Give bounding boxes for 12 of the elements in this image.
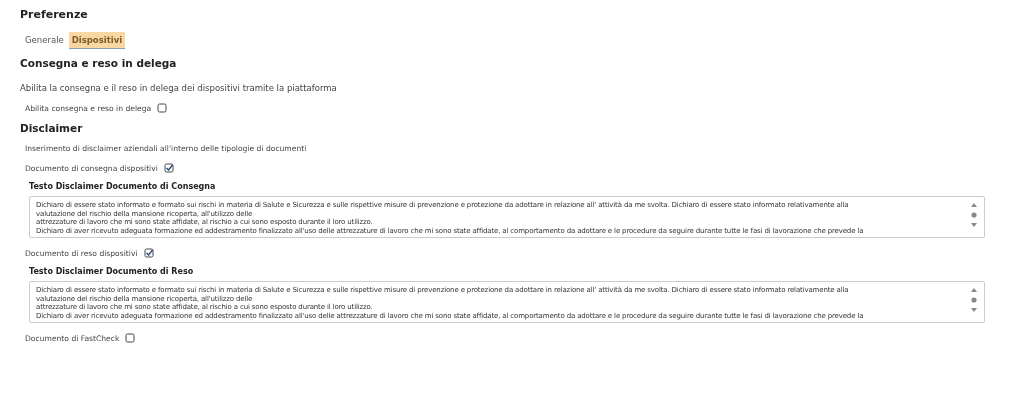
- section-description: Abilita la consegna e il reso in delega dei dispositivi tramite la piattaforma: [20, 83, 338, 93]
- tab[interactable]: Generale: [22, 32, 67, 49]
- section-heading: Consegna e reso in delega: [20, 56, 178, 71]
- section-heading: Disclaimer: [20, 121, 84, 136]
- page-title: Preferenze: [20, 7, 89, 23]
- checkbox[interactable]: [143, 248, 154, 258]
- field-label: Testo Disclaimer Documento di Consegna: [29, 182, 217, 191]
- checkbox[interactable]: [157, 103, 168, 113]
- checkbox[interactable]: [125, 333, 136, 343]
- checkbox[interactable]: [163, 163, 174, 173]
- tab[interactable]: Dispositivi: [68, 32, 126, 49]
- field-label: Testo Disclaimer Documento di Reso: [29, 267, 195, 276]
